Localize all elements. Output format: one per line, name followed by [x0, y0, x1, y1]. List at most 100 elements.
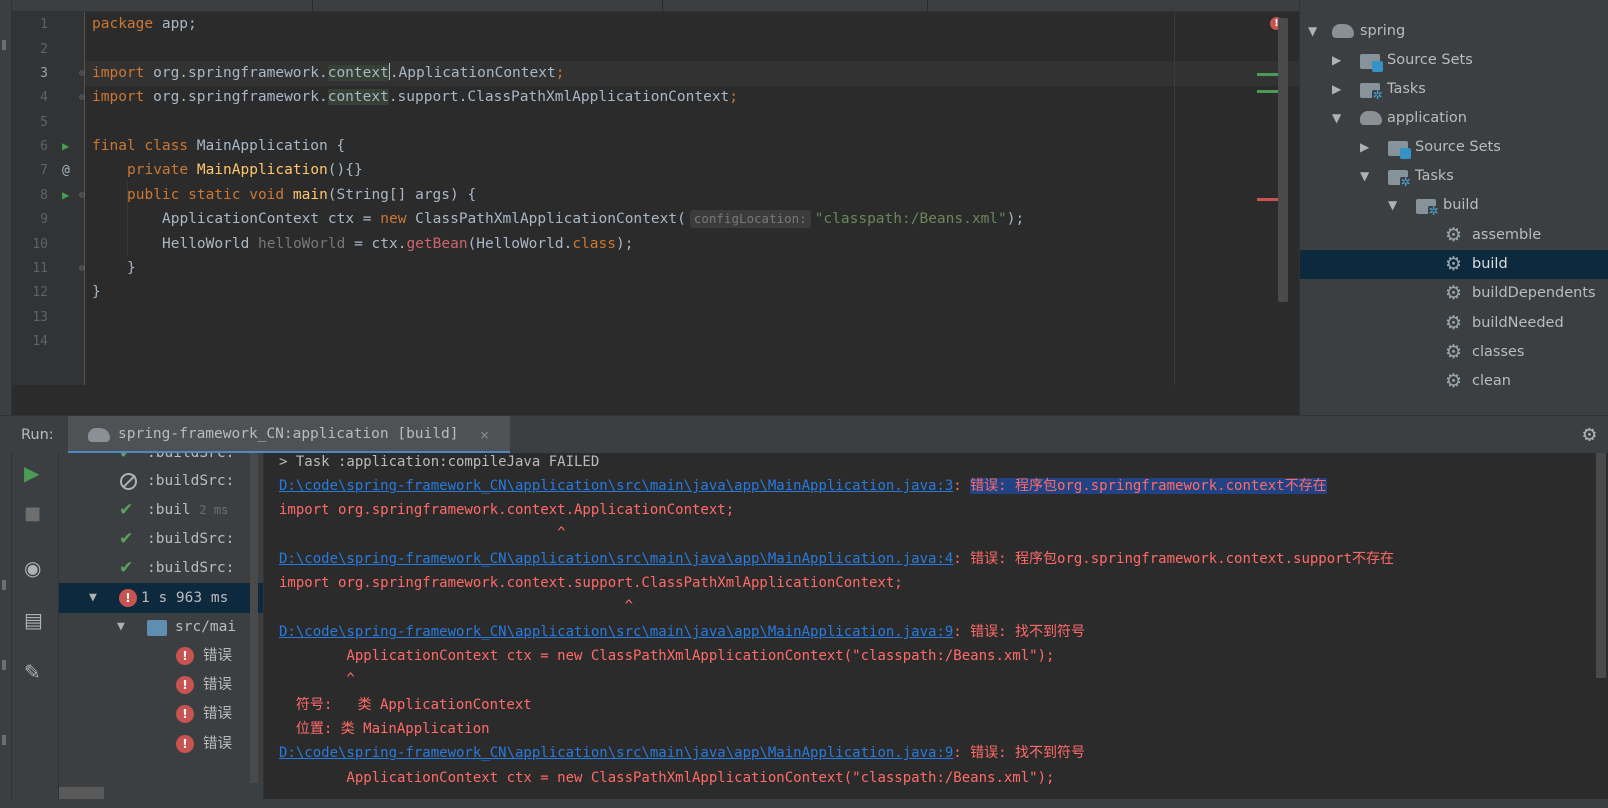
build-node[interactable]: ✔ :buildSrc:: [59, 553, 263, 583]
file-link[interactable]: D:\code\spring-framework_CN\application\…: [279, 624, 953, 640]
success-check-icon: ✔: [119, 558, 134, 578]
editor-tab-strip: [12, 0, 1299, 12]
code-line-12: }: [92, 284, 101, 300]
change-marker[interactable]: [1257, 73, 1279, 76]
eye-icon[interactable]: ◉: [24, 556, 41, 580]
tree-label: 错误: [203, 736, 232, 752]
run-tab[interactable]: spring-framework_CN:application [build] …: [68, 416, 510, 454]
code-line-10: HelloWorld helloWorld = ctx.getBean(Hell…: [162, 232, 633, 257]
gradle-node-spring[interactable]: ▼ spring: [1300, 17, 1608, 46]
error-marker[interactable]: [1257, 198, 1279, 201]
console-output[interactable]: > Task :application:compileJava FAILED D…: [263, 453, 1608, 808]
line-number: 7: [40, 163, 48, 178]
pin-icon[interactable]: ✎: [24, 660, 41, 684]
line-number: 5: [40, 115, 48, 130]
change-marker[interactable]: [1257, 90, 1279, 93]
console-scrollbar[interactable]: [1596, 453, 1606, 678]
gradle-task-clean[interactable]: ⚙ clean: [1300, 367, 1608, 396]
expanded-arrow-icon[interactable]: ▼: [1308, 17, 1317, 46]
left-tool-strip: [0, 0, 12, 808]
strip-marker: [2, 580, 6, 590]
stop-icon[interactable]: ■: [24, 503, 41, 524]
build-node-failed[interactable]: ▼ ! 1 s 963 ms: [59, 583, 263, 613]
tree-label: :buildSrc:: [147, 473, 235, 489]
bottom-status-strip: [0, 799, 1608, 808]
build-error-node[interactable]: ! 错误: [59, 641, 263, 671]
code-text: app;: [153, 16, 197, 32]
code-text: ;: [729, 89, 739, 105]
run-main-icon[interactable]: ▶: [62, 183, 69, 208]
gradle-task-build-dependents[interactable]: ⚙ buildDependents: [1300, 279, 1608, 308]
tasks-folder-icon: ✲: [1388, 170, 1411, 188]
annotation-at-icon[interactable]: @: [62, 158, 70, 183]
expanded-arrow-icon[interactable]: ▼: [1388, 191, 1397, 220]
layout-icon[interactable]: ▤: [24, 608, 43, 632]
expanded-arrow-icon[interactable]: ▼: [1332, 104, 1341, 133]
code-editor[interactable]: 1 2 3 4 5 6 7 8 9 10 11 12 13 14 ▶ @ ▶ ⊖…: [12, 0, 1299, 385]
code-area[interactable]: package app; import org.springframework.…: [85, 12, 1299, 385]
gradle-task-assemble[interactable]: ⚙ assemble: [1300, 221, 1608, 250]
gradle-tool-window: ▼ spring ▶ Source Sets ▶ ✲ Tasks ▼ appli…: [1299, 0, 1608, 415]
gradle-node-tasks[interactable]: ▼ ✲ Tasks: [1300, 162, 1608, 191]
tree-label: 错误: [203, 706, 232, 722]
gradle-node-application[interactable]: ▼ application: [1300, 104, 1608, 133]
unresolved-method: getBean: [406, 236, 468, 252]
gradle-task-classes[interactable]: ⚙ classes: [1300, 338, 1608, 367]
run-class-icon[interactable]: ▶: [62, 134, 69, 159]
gradle-node-source-sets[interactable]: ▶ Source Sets: [1300, 133, 1608, 162]
build-node-file[interactable]: ▼ src/mai: [59, 612, 263, 642]
expanded-arrow-icon[interactable]: ▼: [117, 612, 125, 642]
rerun-icon[interactable]: ▶: [24, 461, 39, 485]
gradle-task-build-needed[interactable]: ⚙ buildNeeded: [1300, 309, 1608, 338]
gradle-node-tasks[interactable]: ▶ ✲ Tasks: [1300, 75, 1608, 104]
build-node[interactable]: ✔ :buildSrc:: [59, 524, 263, 554]
expanded-arrow-icon[interactable]: ▼: [1360, 162, 1369, 191]
tree-label: :buildSrc:: [147, 531, 235, 547]
file-link[interactable]: D:\code\spring-framework_CN\application\…: [279, 745, 953, 761]
code-text: .ApplicationContext: [389, 65, 556, 81]
expanded-arrow-icon[interactable]: ▼: [89, 583, 97, 613]
code-text: .support.ClassPathXmlApplicationContext: [388, 89, 730, 105]
console-error-line: D:\code\spring-framework_CN\application\…: [279, 620, 1085, 644]
console-error-line: D:\code\spring-framework_CN\application\…: [279, 741, 1085, 765]
build-node[interactable]: :buildSrc:: [59, 466, 263, 496]
tree-label: build: [1472, 256, 1508, 272]
run-label: Run:: [21, 427, 54, 443]
code-line-4: import org.springframework.context.suppo…: [92, 85, 738, 110]
tree-label: Source Sets: [1387, 52, 1473, 68]
tasks-folder-icon: ✲: [1360, 83, 1383, 101]
gradle-node-build-group[interactable]: ▼ ✲ build: [1300, 191, 1608, 220]
file-link[interactable]: D:\code\spring-framework_CN\application\…: [279, 551, 953, 567]
tree-scrollbar-vertical[interactable]: [250, 453, 258, 783]
gradle-task-build[interactable]: ⚙ build: [1300, 250, 1608, 279]
collapsed-arrow-icon[interactable]: ▶: [1332, 46, 1341, 75]
editor-gutter: [12, 12, 85, 385]
editor-scrollbar[interactable]: [1278, 18, 1288, 302]
collapsed-arrow-icon[interactable]: ▶: [1332, 75, 1341, 104]
error-icon: !: [176, 647, 194, 665]
line-number: 6: [40, 139, 48, 154]
gear-icon: ⚙: [1445, 282, 1463, 304]
gear-icon: ⚙: [1445, 341, 1463, 363]
error-icon: !: [176, 705, 194, 723]
settings-gear-icon[interactable]: ⚙: [1583, 422, 1596, 447]
keyword: final class: [92, 138, 189, 154]
build-error-node[interactable]: ! 错误: [59, 699, 263, 729]
tree-label: 1 s 963 ms: [141, 590, 229, 606]
parameter-hint: configLocation:: [689, 210, 811, 228]
build-error-node[interactable]: ! 错误: [59, 729, 263, 759]
collapsed-arrow-icon[interactable]: ▶: [1360, 133, 1369, 162]
code-text: HelloWorld: [162, 236, 259, 252]
line-number: 2: [40, 42, 48, 57]
code-text: );: [1006, 211, 1025, 227]
file-link[interactable]: D:\code\spring-framework_CN\application\…: [279, 478, 953, 494]
gear-icon: ⚙: [1445, 312, 1463, 334]
build-node[interactable]: ✔ :buil 2 ms: [59, 495, 263, 525]
gear-icon: ⚙: [1445, 370, 1463, 392]
gradle-node-source-sets[interactable]: ▶ Source Sets: [1300, 46, 1608, 75]
code-text: MainApplication {: [188, 138, 346, 154]
tree-scrollbar-horizontal[interactable]: [59, 787, 104, 799]
code-line-3: import org.springframework.context.Appli…: [92, 61, 564, 86]
close-icon[interactable]: ×: [480, 416, 489, 454]
build-error-node[interactable]: ! 错误: [59, 670, 263, 700]
